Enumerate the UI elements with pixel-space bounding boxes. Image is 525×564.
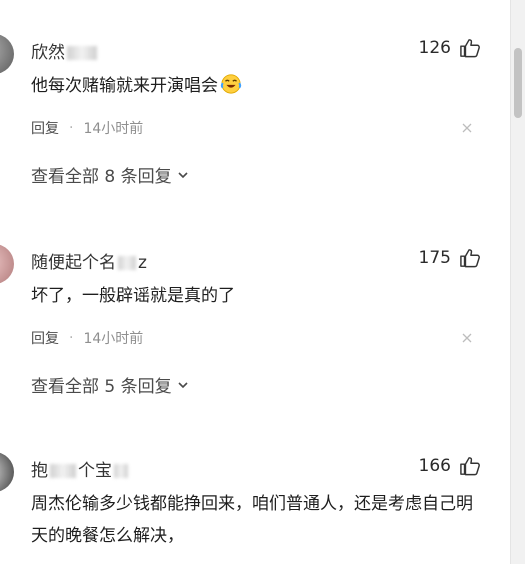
view-replies-label: 查看全部 5 条回复 bbox=[31, 377, 172, 397]
like-control[interactable]: 175 bbox=[411, 248, 481, 268]
thumb-up-icon[interactable] bbox=[459, 456, 481, 476]
close-icon[interactable] bbox=[461, 122, 473, 134]
like-control[interactable]: 126 bbox=[411, 38, 481, 58]
comment-text: 周杰伦输多少钱都能挣回来，咱们普通人，还是考虑自己明天的晚餐怎么解决， bbox=[31, 488, 476, 552]
username-tail: 个宝 bbox=[78, 461, 112, 481]
thumb-up-icon[interactable] bbox=[459, 38, 481, 58]
reply-button[interactable]: 回复 bbox=[31, 118, 59, 138]
blurred-name-part bbox=[50, 464, 76, 478]
comment-meta: 回复 · 14小时前 bbox=[31, 328, 143, 348]
comment-body: 坏了，一般辟谣就是真的了 bbox=[31, 286, 235, 306]
like-count: 175 bbox=[418, 248, 451, 268]
blurred-name-part bbox=[67, 46, 97, 60]
avatar[interactable] bbox=[0, 244, 14, 284]
scrollbar[interactable] bbox=[510, 0, 525, 564]
comment-time: 14小时前 bbox=[83, 121, 144, 137]
view-replies-label: 查看全部 8 条回复 bbox=[31, 167, 172, 187]
avatar[interactable] bbox=[0, 34, 14, 74]
view-all-replies-button[interactable]: 查看全部 8 条回复 bbox=[31, 162, 190, 187]
username-text: 随便起个名 bbox=[31, 253, 116, 273]
scrollbar-thumb[interactable] bbox=[514, 48, 522, 118]
comment-meta: 回复 · 14小时前 bbox=[31, 118, 143, 138]
chevron-down-icon bbox=[178, 171, 188, 178]
blurred-name-part bbox=[114, 464, 128, 478]
comment-username[interactable]: 抱 个宝 bbox=[31, 456, 130, 481]
avatar[interactable] bbox=[0, 452, 14, 492]
comment-body: 他每次赌输就来开演唱会 bbox=[31, 76, 218, 96]
like-count: 166 bbox=[418, 456, 451, 476]
like-count: 126 bbox=[418, 38, 451, 58]
chevron-down-icon bbox=[178, 381, 188, 388]
comment-text: 坏了，一般辟谣就是真的了 bbox=[31, 280, 476, 312]
comment-feed: 欣然 126 他每次赌输就来开演唱会 回复 · 14小时前 查看全部 8 条回复… bbox=[0, 0, 511, 564]
laughing-crying-emoji-icon bbox=[220, 74, 242, 94]
username-text: 抱 bbox=[31, 461, 48, 481]
view-all-replies-button[interactable]: 查看全部 5 条回复 bbox=[31, 372, 190, 397]
separator-dot: · bbox=[69, 120, 74, 136]
close-icon[interactable] bbox=[461, 332, 473, 344]
blurred-name-part bbox=[118, 256, 136, 270]
comment-time: 14小时前 bbox=[83, 331, 144, 347]
reply-button[interactable]: 回复 bbox=[31, 328, 59, 348]
comment-body: 周杰伦输多少钱都能挣回来，咱们普通人，还是考虑自己明天的晚餐怎么解决， bbox=[31, 494, 473, 546]
separator-dot: · bbox=[69, 330, 74, 346]
username-tail: z bbox=[138, 253, 147, 273]
username-text: 欣然 bbox=[31, 43, 65, 63]
comment-text: 他每次赌输就来开演唱会 bbox=[31, 70, 476, 102]
like-control[interactable]: 166 bbox=[411, 456, 481, 476]
thumb-up-icon[interactable] bbox=[459, 248, 481, 268]
comment-username[interactable]: 随便起个名 z bbox=[31, 248, 147, 273]
comment-username[interactable]: 欣然 bbox=[31, 38, 99, 63]
